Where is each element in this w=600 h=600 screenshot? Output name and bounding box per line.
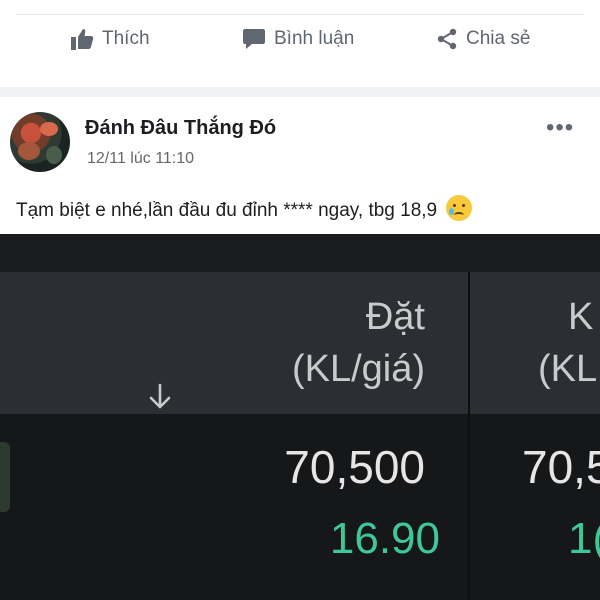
post-timestamp[interactable]: 12/11 lúc 11:10 [87,150,194,168]
order-column-subtitle: (KL/giá) [291,348,425,390]
like-label: Thích [102,28,150,49]
order-volume: 70,500 [284,441,425,493]
next-column-subtitle: (KL [538,348,598,390]
like-button[interactable]: Thích [70,28,150,50]
row-selector-tab[interactable] [0,442,10,512]
comment-label: Bình luận [274,28,355,49]
next-column-title: K [568,296,594,338]
feed-separator [0,87,600,97]
trading-screenshot: Đặt (KL/giá) K (KL 70,500 16.90 70,5 1( [0,234,600,600]
crying-face-emoji [446,195,473,221]
next-volume: 70,5 [522,441,600,493]
order-column-title: Đặt [365,296,425,338]
share-label: Chia sẻ [466,28,531,49]
thumbs-up-icon [70,28,94,50]
post-text: Tạm biệt e nhé,lần đầu đu đỉnh **** ngay… [16,195,473,222]
avatar[interactable] [10,112,70,172]
trade-header-row [0,272,600,414]
trade-top-band [0,234,600,272]
arrow-down-icon[interactable] [146,382,174,417]
comment-button[interactable]: Bình luận [242,28,354,50]
order-price: 16.90 [329,514,440,563]
post-text-content: Tạm biệt e nhé,lần đầu đu đỉnh **** ngay… [16,200,438,221]
column-divider [468,272,470,600]
author-name[interactable]: Đánh Đâu Thắng Đó [85,117,276,140]
top-divider [16,14,584,15]
comment-bubble-icon [242,28,266,50]
share-button[interactable]: Chia sẻ [436,28,530,50]
more-options-icon[interactable]: ••• [546,114,574,142]
next-price: 1( [568,514,600,563]
share-icon [436,28,458,50]
